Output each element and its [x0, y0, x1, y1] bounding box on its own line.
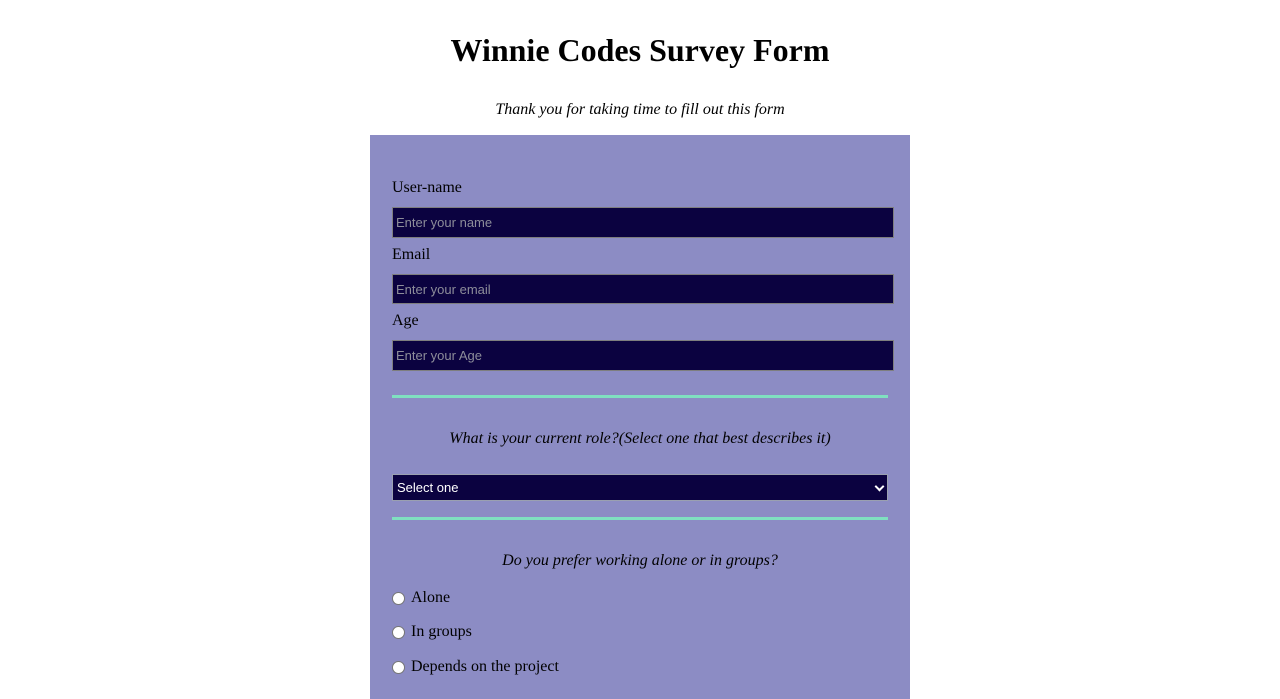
username-input[interactable] — [392, 207, 894, 238]
age-input[interactable] — [392, 340, 894, 371]
radio-option-in-groups[interactable]: In groups — [392, 622, 472, 642]
radio-option-label: Alone — [411, 589, 451, 606]
chevron-down-icon — [874, 481, 885, 492]
role-question: What is your current role?(Select one th… — [449, 430, 831, 447]
age-label: Age — [392, 312, 419, 329]
section-divider — [392, 517, 888, 520]
radio-option-label: In groups — [411, 623, 472, 640]
radio-button[interactable] — [392, 660, 405, 674]
section-divider — [392, 395, 888, 398]
survey-form: User-name Email Age What is your current… — [370, 135, 910, 699]
radio-option-alone[interactable]: Alone — [392, 588, 450, 608]
radio-option-label: Depends on the project — [411, 658, 559, 675]
radio-option-depends[interactable]: Depends on the project — [392, 657, 559, 677]
role-select-value: Select one — [397, 480, 459, 495]
email-input[interactable] — [392, 274, 894, 304]
email-label: Email — [392, 246, 431, 263]
work-preference-question: Do you prefer working alone or in groups… — [502, 552, 778, 569]
radio-button[interactable] — [392, 625, 405, 639]
radio-button[interactable] — [392, 591, 405, 605]
page-title: Winnie Codes Survey Form — [450, 32, 830, 68]
role-select[interactable]: Select one — [392, 474, 888, 501]
username-label: User-name — [392, 179, 462, 196]
page-subtitle: Thank you for taking time to fill out th… — [495, 101, 785, 118]
